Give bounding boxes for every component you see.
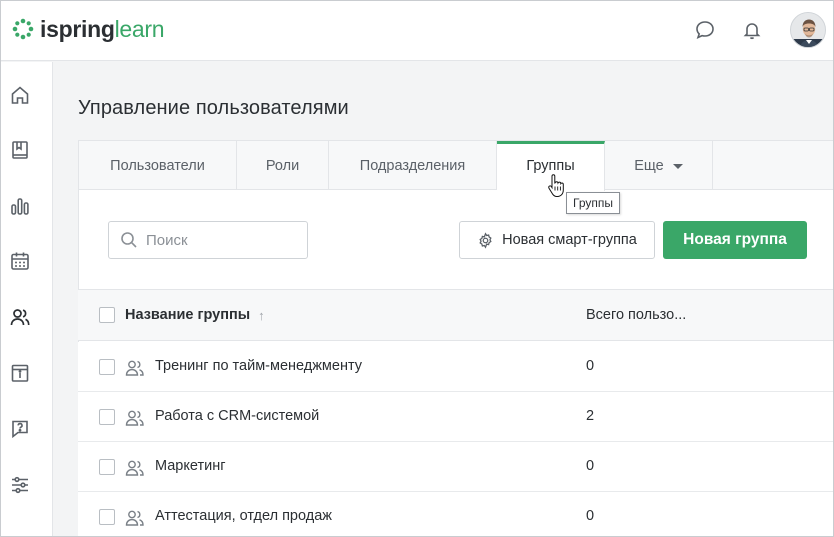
table-row[interactable]: Тренинг по тайм-менеджменту 0 [78, 342, 833, 392]
search-input[interactable] [146, 231, 296, 249]
column-header-total[interactable]: Всего пользо... [586, 307, 686, 323]
group-icon [125, 460, 144, 476]
user-avatar[interactable] [790, 12, 826, 48]
sliders-icon [12, 476, 28, 494]
home-icon [11, 86, 29, 104]
group-name[interactable]: Тренинг по тайм-менеджменту [155, 358, 362, 374]
sidebar-item-users[interactable] [7, 304, 33, 330]
row-checkbox[interactable] [99, 359, 115, 375]
group-name[interactable]: Работа с CRM-системой [155, 408, 319, 424]
caret-down-icon [672, 164, 683, 169]
sidebar [1, 62, 53, 536]
chat-bubble-icon[interactable] [693, 18, 717, 42]
sidebar-item-calendar[interactable] [7, 248, 33, 274]
group-icon [125, 360, 144, 376]
ispring-logo-icon [12, 18, 34, 40]
tab-more[interactable]: Еще [605, 141, 713, 190]
tab-more-label: Еще [634, 157, 664, 174]
question-chat-icon [12, 420, 28, 439]
page-title: Управление пользователями [78, 97, 349, 119]
group-name[interactable]: Маркетинг [155, 458, 226, 474]
sort-arrow-up-icon: ↑ [258, 307, 265, 323]
new-smart-group-button[interactable]: Новая смарт-группа [459, 221, 655, 259]
sidebar-item-info[interactable] [7, 360, 33, 386]
select-all-checkbox[interactable] [99, 307, 115, 323]
group-icon [125, 510, 144, 526]
search-icon [121, 232, 137, 248]
table-row[interactable]: Работа с CRM-системой 2 [78, 392, 833, 442]
search-field[interactable] [108, 221, 308, 259]
row-checkbox[interactable] [99, 459, 115, 475]
tab-departments[interactable]: Подразделения [329, 141, 497, 190]
tab-bar: Пользователи Роли Подразделения Группы Е… [79, 141, 833, 191]
group-user-count: 0 [586, 358, 595, 374]
group-name[interactable]: Аттестация, отдел продаж [155, 508, 332, 524]
gear-icon [479, 231, 492, 249]
calendar-icon [11, 252, 29, 270]
column-header-name[interactable]: Название группы ↑ [125, 307, 265, 323]
new-group-button[interactable]: Новая группа [663, 221, 807, 259]
row-checkbox[interactable] [99, 509, 115, 525]
users-icon [10, 309, 30, 326]
group-user-count: 2 [586, 408, 595, 424]
top-bar: ispringlearn [1, 1, 833, 61]
sidebar-item-reports[interactable] [7, 193, 33, 219]
table-row[interactable]: Аттестация, отдел продаж 0 [78, 492, 833, 536]
table-row[interactable]: Маркетинг 0 [78, 442, 833, 492]
sidebar-item-courses[interactable] [7, 137, 33, 163]
tab-users[interactable]: Пользователи [79, 141, 237, 190]
column-header-name-label: Название группы [125, 307, 251, 323]
sidebar-item-help[interactable] [7, 416, 33, 442]
book-icon [12, 141, 28, 159]
new-smart-group-label: Новая смарт-группа [502, 232, 637, 248]
row-checkbox[interactable] [99, 409, 115, 425]
app-window: ispringlearn Управление пользователями П… [0, 0, 834, 537]
logo[interactable]: ispringlearn [12, 15, 165, 43]
group-user-count: 0 [586, 508, 595, 524]
group-user-count: 0 [586, 458, 595, 474]
sidebar-item-settings[interactable] [7, 472, 33, 498]
sidebar-item-home[interactable] [7, 82, 33, 108]
logo-text: ispringlearn [40, 15, 165, 43]
tab-tooltip: Группы [566, 192, 620, 214]
hand-pointer-cursor-icon [548, 174, 564, 197]
info-card-icon [11, 364, 29, 382]
logo-text-learn: learn [114, 16, 165, 42]
tab-roles[interactable]: Роли [237, 141, 329, 190]
logo-text-ispring: ispring [40, 16, 115, 42]
table-header: Название группы ↑ Всего пользо... [78, 289, 833, 341]
group-icon [125, 410, 144, 426]
bar-chart-icon [11, 198, 29, 215]
bell-icon[interactable] [740, 18, 764, 42]
